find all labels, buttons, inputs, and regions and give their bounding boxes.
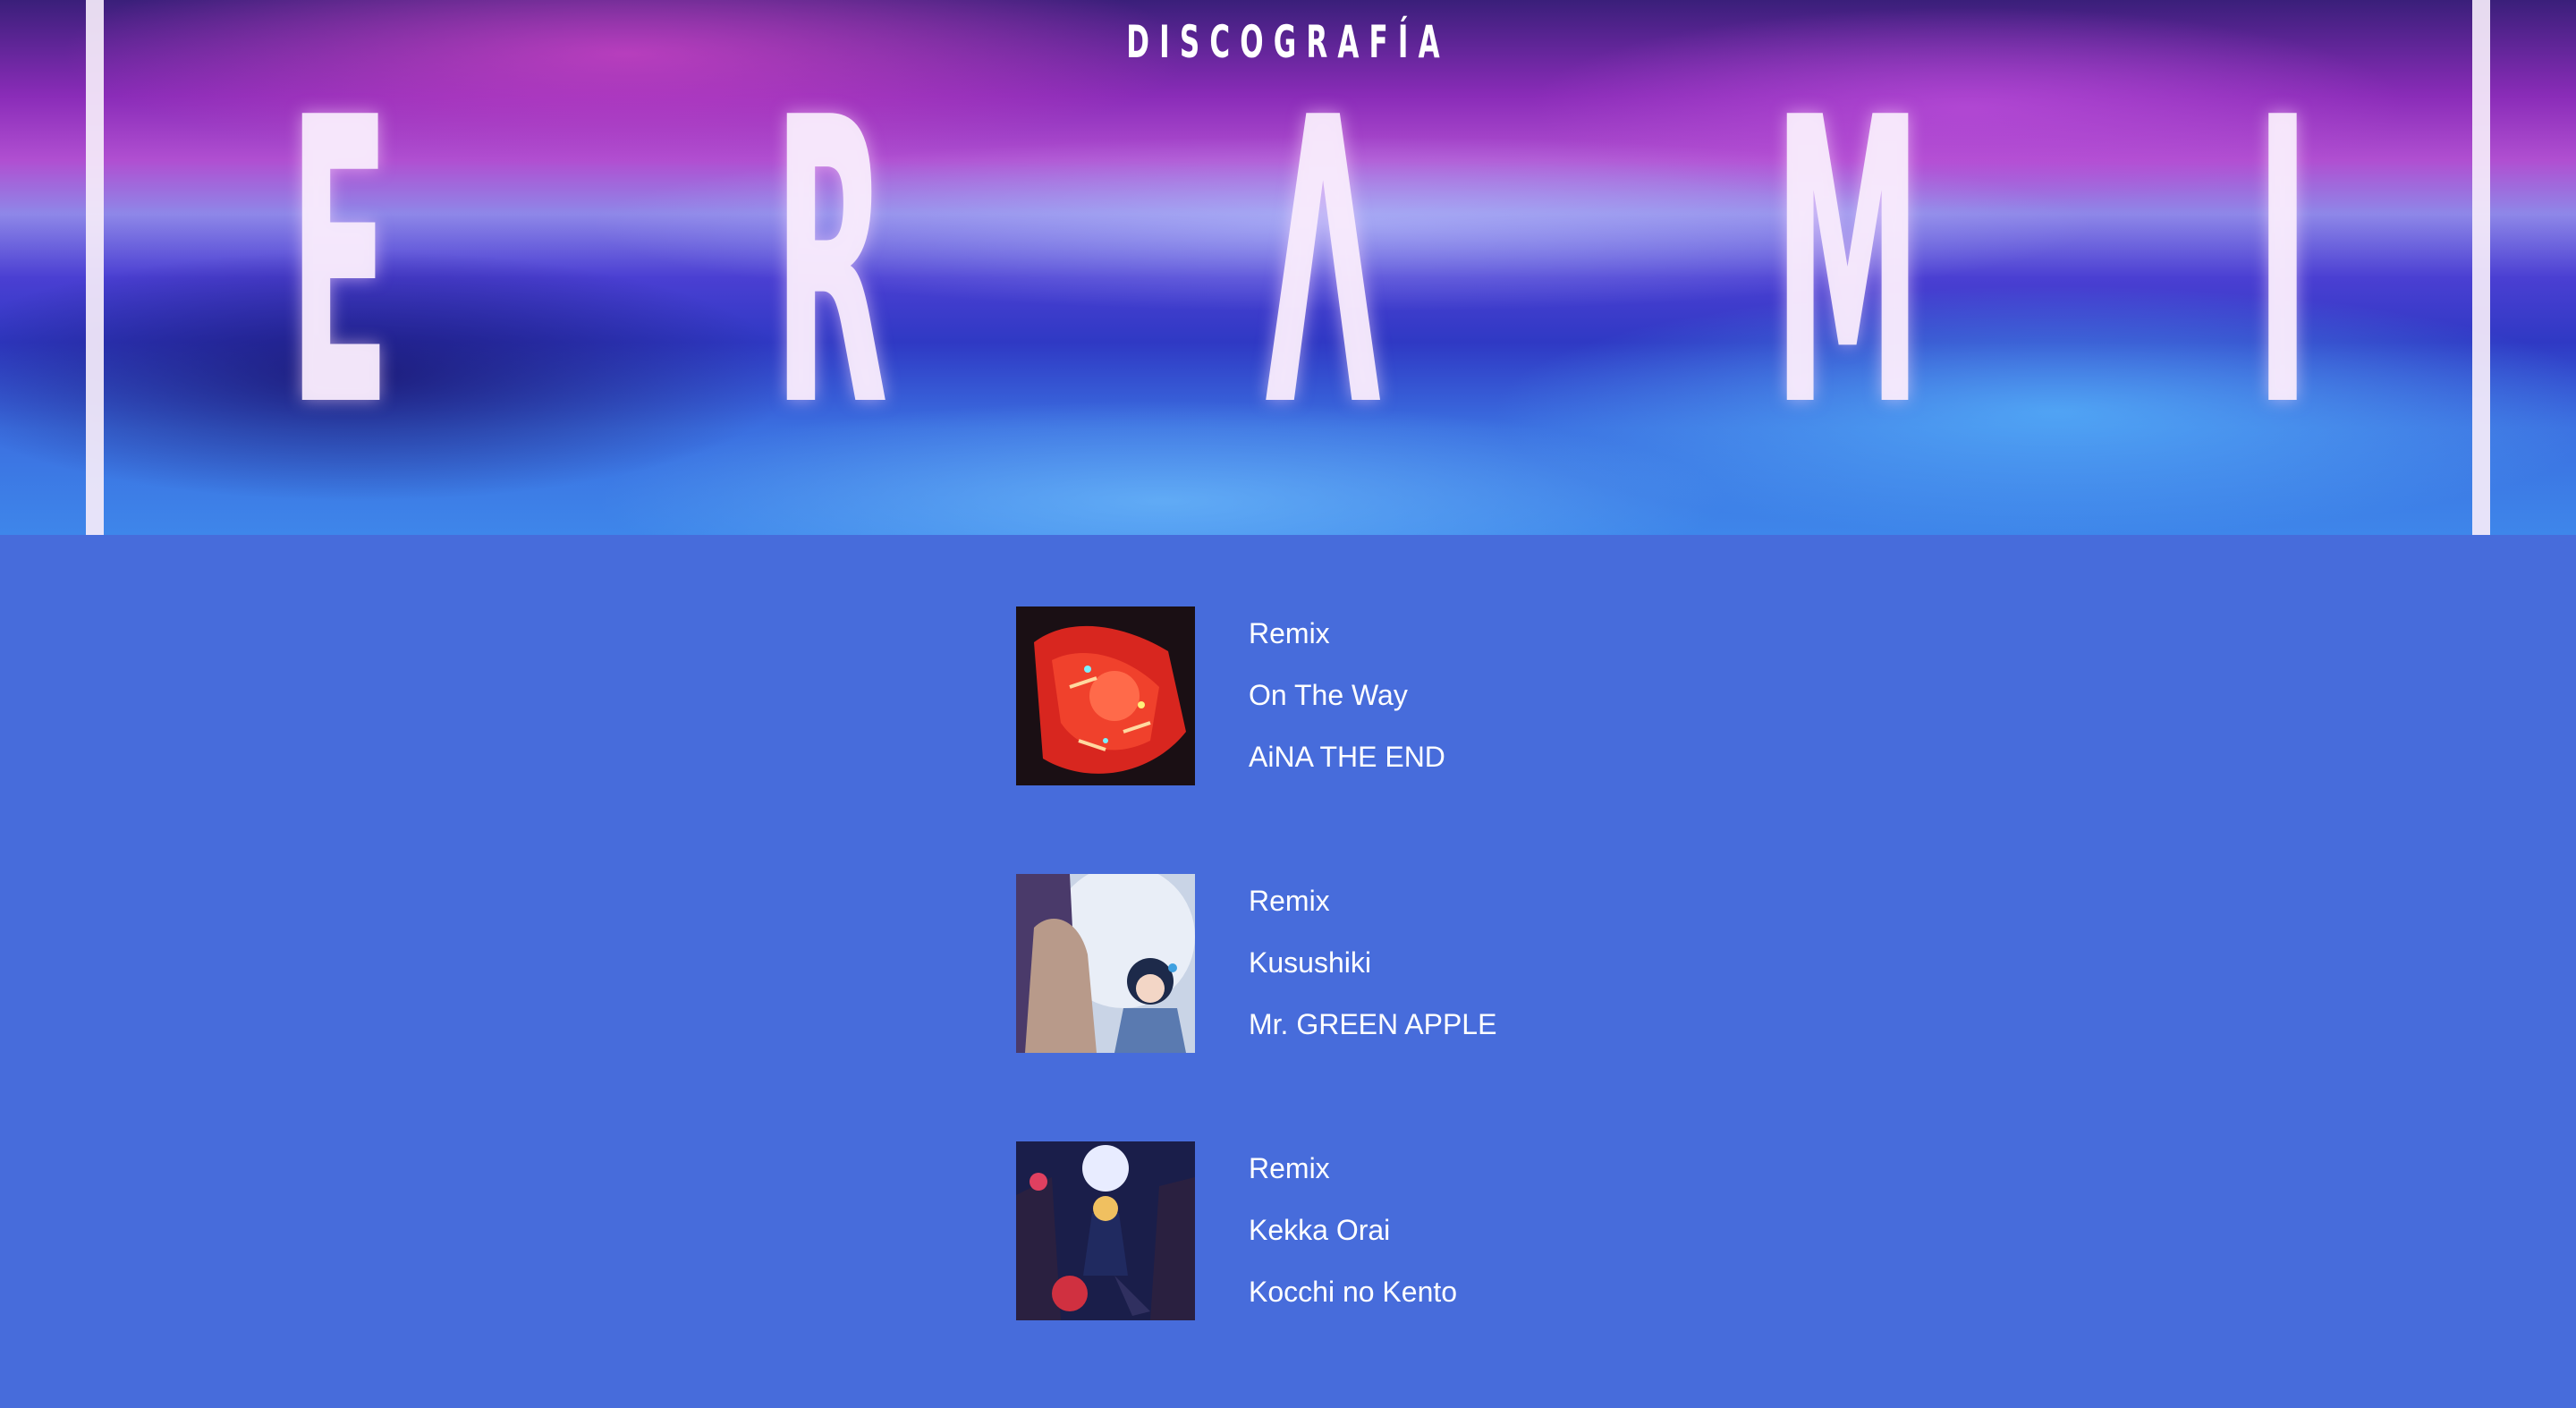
release-title[interactable]: On The Way bbox=[1249, 677, 1642, 713]
release-item[interactable]: Remix Kekka Orai Kocchi no Kento bbox=[1016, 1141, 1642, 1320]
release-item[interactable]: Remix Kusushiki Mr. GREEN APPLE bbox=[1016, 874, 1642, 1053]
album-cover-red-art[interactable] bbox=[1016, 606, 1195, 785]
hero-title-letter: Λ bbox=[1265, 35, 1381, 493]
hero-title-letter: E bbox=[288, 35, 391, 493]
release-artist: Mr. GREEN APPLE bbox=[1249, 1008, 1497, 1040]
release-type: Remix bbox=[1249, 617, 1330, 649]
release-artist: AiNA THE END bbox=[1249, 741, 1445, 773]
release-info: Remix Kekka Orai Kocchi no Kento bbox=[1249, 1150, 1642, 1336]
release-item[interactable]: Remix On The Way AiNA THE END bbox=[1016, 606, 1642, 785]
hero-title-letter: I bbox=[2254, 35, 2311, 493]
hero-right-bar bbox=[2472, 0, 2490, 535]
release-artist: Kocchi no Kento bbox=[1249, 1276, 1458, 1308]
album-cover-night-scene[interactable] bbox=[1016, 1141, 1195, 1320]
release-title[interactable]: Kekka Orai bbox=[1249, 1212, 1642, 1248]
release-type: Remix bbox=[1249, 1152, 1330, 1184]
hero-left-bar bbox=[86, 0, 104, 535]
release-type: Remix bbox=[1249, 885, 1330, 917]
hero-title-letter: R bbox=[773, 35, 889, 493]
hero-title-letter: M bbox=[1773, 35, 1922, 493]
release-info: Remix Kusushiki Mr. GREEN APPLE bbox=[1249, 883, 1642, 1068]
release-info: Remix On The Way AiNA THE END bbox=[1249, 615, 1642, 801]
hero-banner: DISCOGRAFÍA E R Λ M I bbox=[0, 0, 2576, 535]
discography-list: Remix On The Way AiNA THE END Remix Kusu… bbox=[0, 535, 2576, 1408]
album-cover-moon-portrait[interactable] bbox=[1016, 874, 1195, 1053]
release-title[interactable]: Kusushiki bbox=[1249, 945, 1642, 980]
